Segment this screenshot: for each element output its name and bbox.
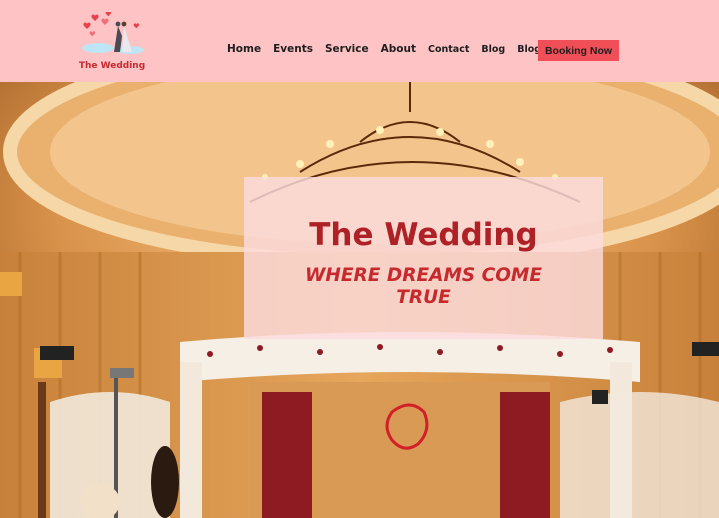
nav-service[interactable]: Service	[325, 43, 369, 55]
hero-overlay-card: The Wedding WHERE DREAMS COME TRUE	[244, 177, 603, 339]
booking-now-button[interactable]: Booking Now	[538, 40, 619, 61]
hero-title: The Wedding	[309, 217, 538, 253]
nav-home[interactable]: Home	[227, 43, 261, 55]
brand-logo[interactable]: The Wedding	[72, 12, 152, 74]
nav-blog[interactable]: Blog	[481, 44, 505, 55]
hero-subtitle: WHERE DREAMS COME TRUE	[305, 265, 542, 308]
nav-about[interactable]: About	[381, 43, 416, 55]
hero-section: The Wedding WHERE DREAMS COME TRUE	[0, 82, 719, 518]
main-nav: Home Events Service About Contact Blog B…	[227, 43, 592, 55]
nav-events[interactable]: Events	[273, 43, 313, 55]
nav-contact[interactable]: Contact	[428, 44, 469, 55]
brand-name: The Wedding	[78, 61, 146, 71]
couple-hearts-icon	[82, 12, 144, 54]
site-header: The Wedding Home Events Service About Co…	[0, 0, 719, 82]
